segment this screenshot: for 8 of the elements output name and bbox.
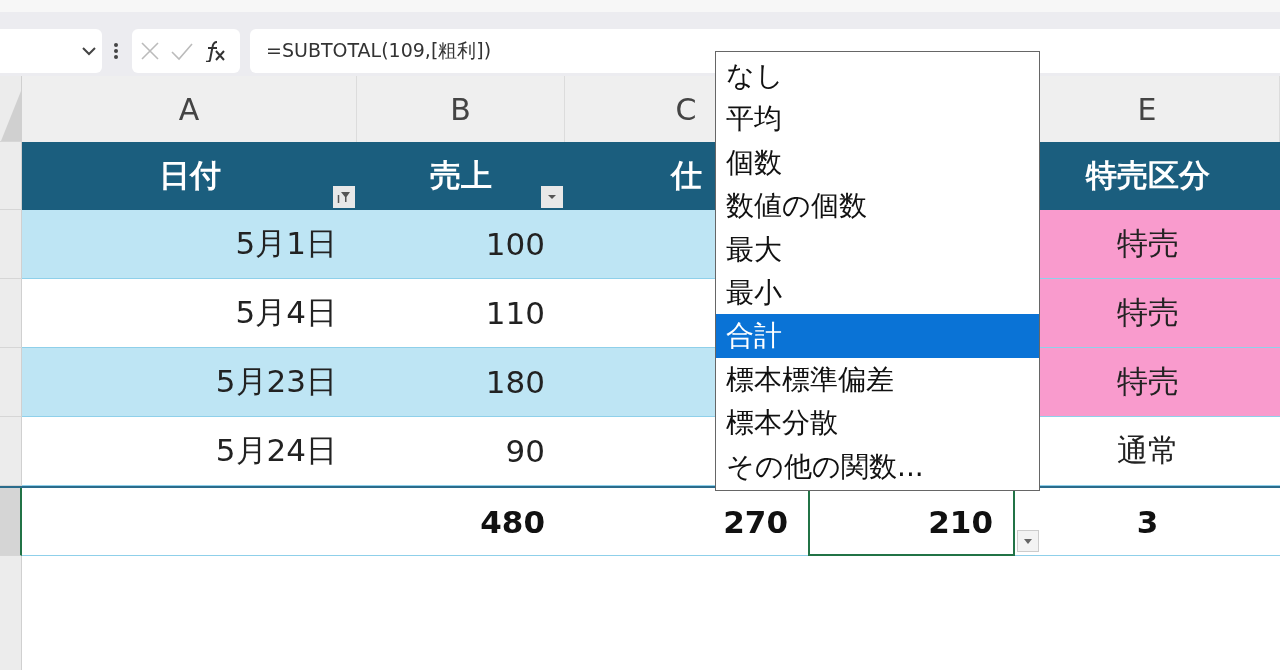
total-cell: 480 bbox=[357, 488, 565, 556]
header-text: 仕 bbox=[671, 156, 702, 195]
table-cell: 90 bbox=[357, 417, 565, 486]
header-text: 売上 bbox=[430, 156, 492, 195]
table-cell: 5月24日 bbox=[22, 417, 357, 486]
header-text: 特売区分 bbox=[1085, 156, 1210, 195]
total-cell: 210 bbox=[928, 504, 993, 540]
header-text: 日付 bbox=[158, 156, 221, 195]
